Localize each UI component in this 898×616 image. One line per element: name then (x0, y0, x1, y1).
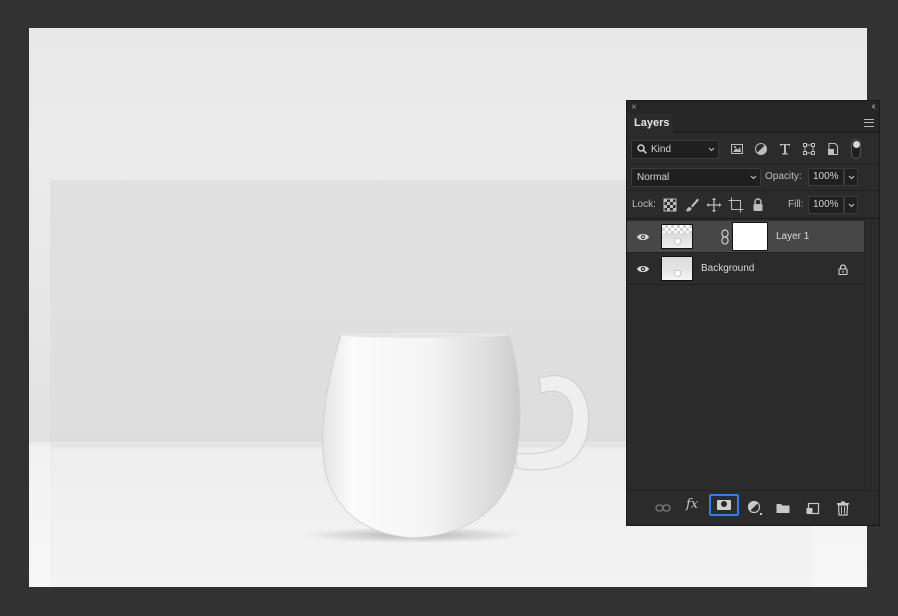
fill-dropdown[interactable] (844, 196, 858, 214)
layer-name[interactable]: Background (701, 253, 754, 285)
layer-row-background[interactable]: Background (627, 253, 864, 285)
layer-row-layer-1[interactable]: Layer 1 (627, 221, 864, 253)
visibility-eye-icon[interactable] (636, 231, 650, 243)
mask-link-chain-icon[interactable] (721, 229, 729, 245)
blend-row: Normal Opacity: 100% (627, 164, 879, 191)
opacity-field[interactable]: 100% (808, 168, 844, 186)
layer-thumbnail[interactable] (661, 256, 693, 281)
type-filter-icon[interactable] (778, 142, 792, 156)
thumbnail-mug (674, 238, 681, 245)
lock-artboard-icon[interactable] (728, 197, 744, 213)
blend-mode-select[interactable]: Normal (631, 168, 761, 187)
panel-menu-icon[interactable] (864, 119, 874, 127)
lock-transparent-pixels-icon[interactable] (662, 197, 678, 213)
shape-filter-icon[interactable] (802, 142, 816, 156)
smart-object-filter-icon[interactable] (826, 142, 840, 156)
fill-field[interactable]: 100% (808, 196, 844, 214)
kind-label: Kind (651, 144, 672, 155)
layers-panel: × ‹‹ Layers Kind Normal Opacity: 100% Lo… (626, 100, 880, 526)
layer-name[interactable]: Layer 1 (776, 221, 809, 253)
fx-layer-style-icon[interactable]: fx (686, 497, 698, 513)
layers-bottom-toolbar: fx (627, 490, 879, 525)
new-adjustment-layer-icon[interactable] (747, 500, 763, 516)
panel-tab-bar: Layers (627, 114, 879, 133)
lock-image-pixels-icon[interactable] (684, 197, 700, 213)
lock-all-icon[interactable] (750, 197, 766, 213)
panel-title-bar[interactable]: × ‹‹ (627, 101, 879, 114)
link-layers-icon[interactable] (655, 500, 671, 516)
new-layer-icon[interactable] (805, 500, 821, 516)
chevron-down-icon (708, 147, 715, 152)
layers-list: Layer 1 Background (627, 220, 879, 490)
layers-scrollbar[interactable] (864, 220, 879, 490)
opacity-label: Opacity: (765, 171, 802, 182)
filter-toggle[interactable] (851, 139, 861, 159)
fill-label: Fill: (788, 199, 804, 210)
search-icon (637, 144, 647, 154)
layer-mask-thumbnail[interactable] (732, 222, 768, 251)
tab-layers[interactable]: Layers (627, 114, 673, 133)
thumbnail-mug (674, 270, 681, 277)
chevron-down-icon (848, 175, 855, 180)
pixel-filter-icon[interactable] (730, 142, 744, 156)
blend-mode-value: Normal (637, 172, 670, 183)
opacity-dropdown[interactable] (844, 168, 858, 186)
add-layer-mask-button[interactable] (709, 494, 739, 516)
mask-hole (721, 501, 727, 507)
layer-lock-icon[interactable] (838, 264, 848, 275)
chevron-down-icon (848, 203, 855, 208)
lock-row: Lock: Fill: 100% (627, 191, 879, 219)
lock-position-icon[interactable] (706, 197, 722, 213)
collapse-icon[interactable]: ‹‹ (871, 101, 875, 112)
close-icon[interactable]: × (631, 102, 637, 113)
layer-thumbnail[interactable] (661, 224, 693, 249)
filter-row: Kind (627, 134, 879, 164)
chevron-down-icon (750, 175, 757, 180)
lock-label: Lock: (632, 199, 656, 210)
visibility-eye-icon[interactable] (636, 263, 650, 275)
delete-layer-trash-icon[interactable] (835, 500, 851, 516)
filter-kind-select[interactable]: Kind (631, 140, 719, 159)
mug-image (304, 331, 590, 543)
adjustment-filter-icon[interactable] (754, 142, 768, 156)
new-group-folder-icon[interactable] (775, 500, 791, 516)
